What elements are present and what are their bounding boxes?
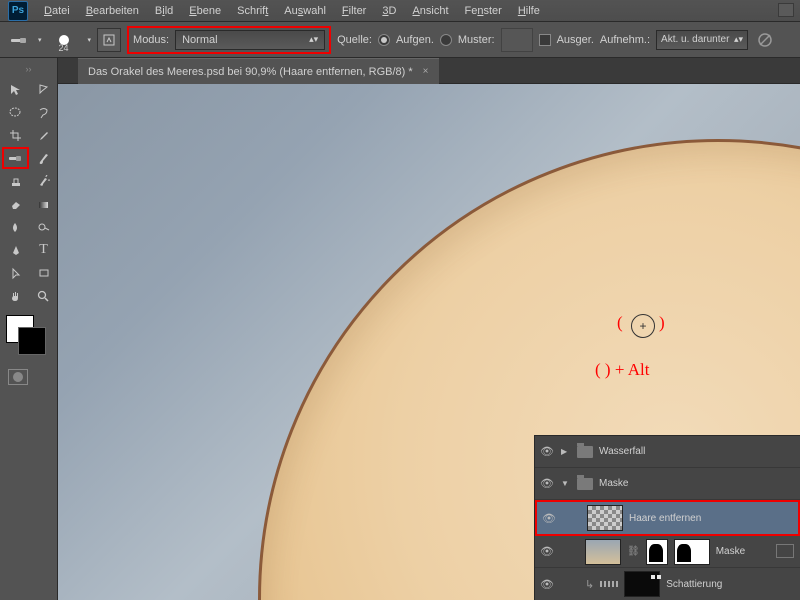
clip-icon: ↳ [585,578,594,591]
pattern-picker [501,28,533,52]
folder-icon [577,478,593,490]
toolbox: ›› T [0,58,58,600]
menu-filter[interactable]: Filter [334,2,374,20]
spot-healing-tool[interactable] [2,147,29,169]
zoom-tool[interactable] [30,285,57,307]
muster-radio[interactable] [440,34,452,46]
layer-group-wasserfall[interactable]: 👁 ▶ Wasserfall [535,436,800,468]
mode-highlight: Modus: Normal ▴▾ [127,26,331,54]
background-color[interactable] [18,327,46,355]
menu-view[interactable]: Ansicht [404,2,456,20]
lasso-tool[interactable] [30,101,57,123]
ausger-label: Ausger. [557,34,594,46]
modus-dropdown[interactable]: Normal ▴▾ [175,30,325,50]
layer-schattierung[interactable]: 👁 ↳ Schattierung [535,568,800,600]
expand-icon[interactable]: ▼ [561,479,571,488]
document-tab[interactable]: Das Orakel des Meeres.psd bei 90,9% (Haa… [78,58,439,84]
crop-tool[interactable] [2,124,29,146]
menu-edit[interactable]: Bearbeiten [78,2,147,20]
pen-tool[interactable] [2,239,29,261]
eyedropper-tool[interactable] [30,124,57,146]
quelle-label: Quelle: [337,34,372,46]
path-select-tool[interactable] [2,262,29,284]
menu-image[interactable]: Bild [147,2,181,20]
menu-layer[interactable]: Ebene [181,2,229,20]
gradient-tool[interactable] [30,193,57,215]
visibility-icon[interactable]: 👁 [539,578,555,591]
minimize-button[interactable] [778,3,794,17]
menu-help[interactable]: Hilfe [510,2,548,20]
sample-dropdown[interactable]: Akt. u. darunter ▴▾ [656,30,748,50]
options-bar: ▾ 24 ▾ Modus: Normal ▴▾ Quelle: Aufgen. … [0,22,800,58]
ausger-checkbox[interactable] [539,34,551,46]
visibility-icon[interactable]: 👁 [541,512,557,525]
visibility-icon[interactable]: 👁 [539,545,555,558]
collapse-icon[interactable]: ▶ [561,447,571,456]
tool-preset-dropdown[interactable]: ▾ [38,36,42,44]
eraser-tool[interactable] [2,193,29,215]
menu-3d[interactable]: 3D [374,2,404,20]
clone-stamp-tool[interactable] [2,170,29,192]
menu-file[interactable]: Datei [36,2,78,20]
layer-haare-entfernen[interactable]: 👁 Haare entfernen [535,500,800,536]
annotation-alt: ( ) + Alt [595,360,649,380]
modus-label: Modus: [133,34,169,46]
photoshop-logo: Ps [8,1,28,21]
folder-icon [577,446,593,458]
history-brush-tool[interactable] [30,170,57,192]
aufnehm-label: Aufnehm.: [600,34,650,46]
artboard-tool[interactable] [30,78,57,100]
blur-tool[interactable] [2,216,29,238]
visibility-icon[interactable]: 👁 [539,445,555,458]
brush-cursor: + [631,314,655,338]
layer-maske-sub[interactable]: 👁 ⛓ Maske [535,536,800,568]
layer-thumbnail[interactable] [587,505,623,531]
layer-thumbnail[interactable] [624,571,660,597]
layer-group-maske[interactable]: 👁 ▼ Maske [535,468,800,500]
mask-thumbnail[interactable] [646,539,668,565]
marquee-tool[interactable] [2,101,29,123]
brush-panel-button[interactable] [97,28,121,52]
shape-tool[interactable] [30,262,57,284]
spot-healing-brush-icon[interactable] [8,29,30,51]
effects-icon[interactable] [776,544,794,558]
layers-panel: 👁 ▶ Wasserfall 👁 ▼ Maske 👁 Haare entfern… [534,435,800,600]
toolbox-grip[interactable]: ›› [0,64,57,74]
menu-type[interactable]: Schrift [229,2,276,20]
brush-preview[interactable]: 24 [48,27,80,53]
brush-dropdown[interactable]: ▾ [88,36,92,44]
mask-thumbnail-2[interactable] [674,539,710,565]
adjustment-icon [600,581,618,587]
link-icon[interactable]: ⛓ [627,546,640,557]
color-swatches[interactable] [0,315,57,357]
brush-tool[interactable] [30,147,57,169]
move-tool[interactable] [2,78,29,100]
menu-bar: Ps Datei Bearbeiten Bild Ebene Schrift A… [0,0,800,22]
close-tab-icon[interactable]: × [423,66,429,77]
quick-mask-button[interactable] [0,369,57,385]
hand-tool[interactable] [2,285,29,307]
aufgen-label: Aufgen. [396,34,434,46]
ignore-adjustments-icon[interactable] [754,29,776,51]
annotation-paren-left: ( [617,313,623,333]
visibility-icon[interactable]: 👁 [539,477,555,490]
document-tab-bar: Das Orakel des Meeres.psd bei 90,9% (Haa… [58,58,800,84]
menu-select[interactable]: Auswahl [276,2,334,20]
dodge-tool[interactable] [30,216,57,238]
aufgen-radio[interactable] [378,34,390,46]
annotation-paren-right: ) [659,313,665,333]
type-tool[interactable]: T [30,239,57,261]
muster-label: Muster: [458,34,495,46]
layer-thumbnail[interactable] [585,539,621,565]
menu-window[interactable]: Fenster [457,2,510,20]
